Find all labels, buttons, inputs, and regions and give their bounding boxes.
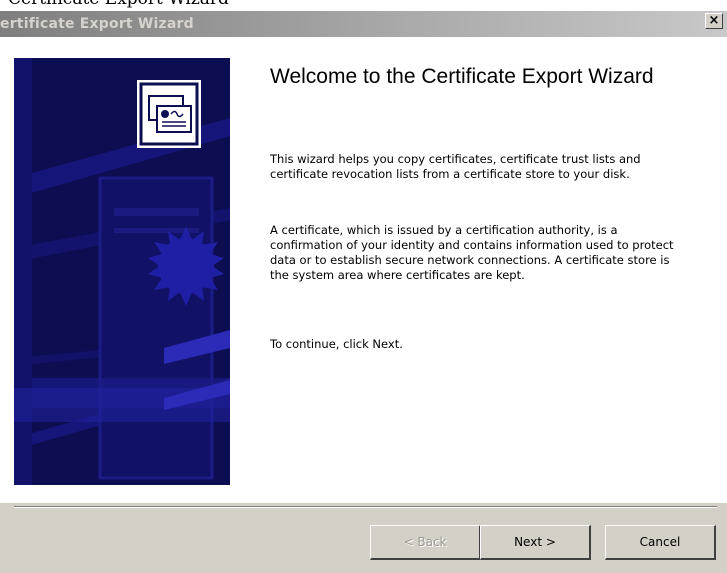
cropped-caption: Certificate Export Wizard — [8, 0, 229, 9]
next-button[interactable]: Next > — [480, 525, 591, 560]
cropped-caption-strip: Certificate Export Wizard — [0, 0, 727, 11]
window-title: ertificate Export Wizard — [0, 16, 194, 32]
button-separator — [14, 506, 717, 508]
wizard-title: Welcome to the Certificate Export Wizard — [270, 65, 654, 88]
certificate-description: A certificate, which is issued by a cert… — [270, 223, 674, 282]
close-button[interactable]: × — [705, 13, 723, 29]
close-icon: × — [708, 13, 720, 28]
intro-paragraph: This wizard helps you copy certificates,… — [270, 152, 641, 181]
cancel-button[interactable]: Cancel — [605, 525, 716, 560]
title-bar: ertificate Export Wizard — [0, 11, 727, 37]
continue-instruction: To continue, click Next. — [270, 337, 403, 351]
wizard-banner — [14, 58, 230, 485]
back-button[interactable]: < Back — [370, 525, 481, 560]
certificate-icon — [137, 80, 201, 148]
